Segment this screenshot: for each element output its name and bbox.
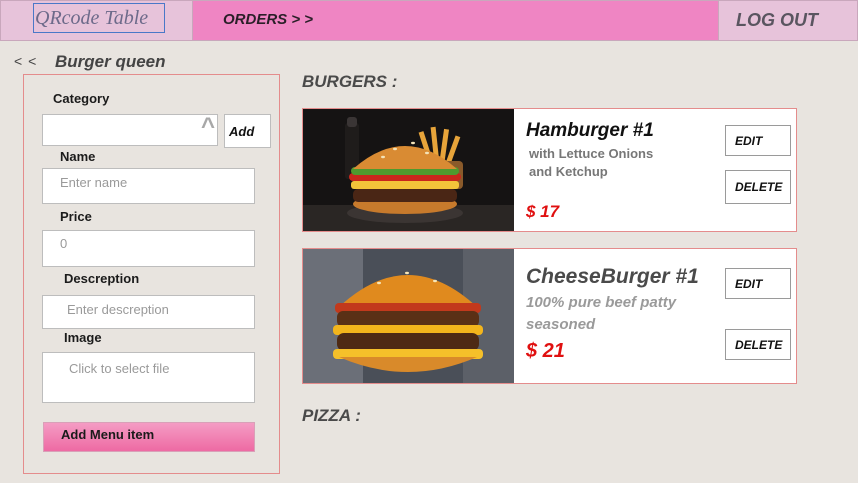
category-select[interactable]: ^	[42, 113, 218, 146]
menu-item-card: Hamburger #1 with Lettuce Onions and Ket…	[302, 108, 797, 232]
image-label: Image	[64, 330, 102, 345]
burgers-section-title: BURGERS :	[302, 72, 398, 91]
orders-nav[interactable]: ORDERS > >	[193, 0, 718, 41]
item-description-line1: 100% pure beef patty	[526, 294, 677, 311]
price-placeholder: 0	[60, 236, 68, 251]
category-label: Category	[53, 91, 110, 106]
item-description-line1: with Lettuce Onions	[529, 146, 654, 161]
brand-title[interactable]: QRcode Table	[33, 3, 165, 33]
cheeseburger-image	[303, 249, 514, 383]
delete-button[interactable]: DELETE	[725, 170, 791, 204]
price-label: Price	[60, 209, 92, 224]
price-input[interactable]: 0	[42, 230, 255, 267]
name-label: Name	[60, 149, 96, 164]
orders-label[interactable]: ORDERS > >	[223, 11, 313, 28]
image-file-picker[interactable]: Click to select file	[42, 352, 255, 403]
name-placeholder: Enter name	[60, 175, 128, 190]
back-link[interactable]: < <	[14, 53, 37, 69]
item-name: CheeseBurger #1	[526, 265, 699, 288]
item-description-line2: and Ketchup	[529, 164, 608, 179]
item-price: $ 17	[526, 202, 560, 221]
item-price: $ 21	[526, 340, 565, 362]
pizza-section-title: PIZZA :	[302, 406, 361, 425]
delete-button[interactable]: DELETE	[725, 329, 791, 360]
item-name: Hamburger #1	[526, 120, 654, 141]
item-description-line2: seasoned	[526, 316, 596, 333]
description-placeholder: Enter descreption	[67, 302, 169, 317]
logout-label[interactable]: LOG OUT	[736, 10, 818, 31]
add-category-button[interactable]: Add	[224, 114, 271, 148]
logout-button[interactable]: LOG OUT	[718, 0, 858, 41]
menu-item-card: CheeseBurger #1 100% pure beef patty sea…	[302, 248, 797, 384]
description-input[interactable]: Enter descreption	[42, 295, 255, 329]
restaurant-name: Burger queen	[55, 52, 166, 71]
add-menu-item-button[interactable]: Add Menu item	[43, 422, 255, 452]
chevron-up-icon[interactable]: ^	[201, 113, 215, 141]
name-input[interactable]: Enter name	[42, 168, 255, 204]
hamburger-image	[303, 109, 514, 231]
edit-button[interactable]: EDIT	[725, 125, 791, 156]
description-label: Descreption	[64, 271, 140, 286]
edit-button[interactable]: EDIT	[725, 268, 791, 299]
image-placeholder: Click to select file	[69, 361, 170, 376]
brand-area: QRcode Table	[0, 0, 193, 41]
top-bar: QRcode Table ORDERS > > LOG OUT	[0, 0, 858, 41]
